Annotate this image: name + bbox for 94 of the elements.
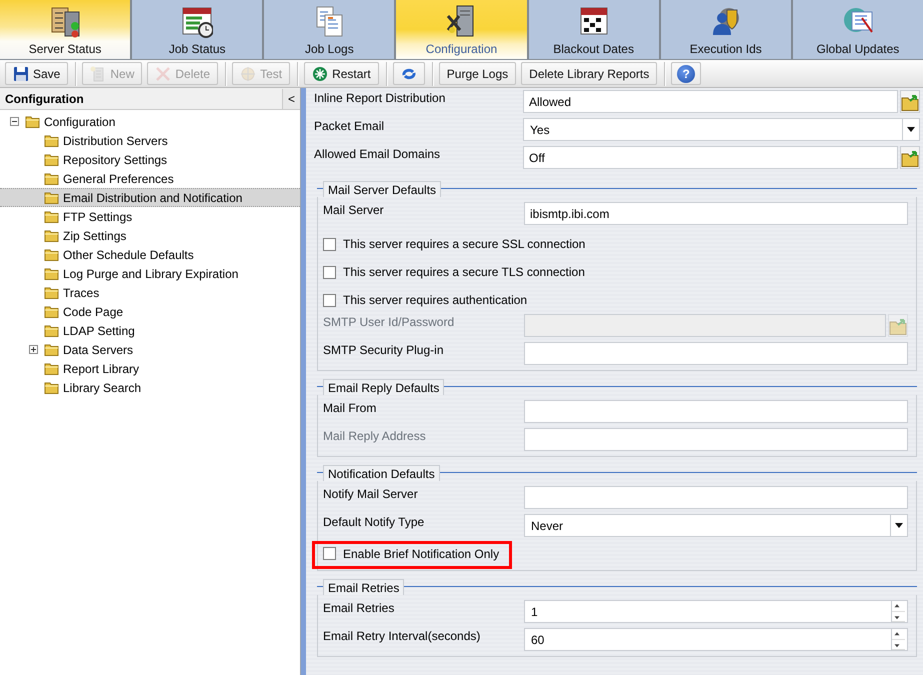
folder-icon [44,152,59,167]
help-button[interactable]: ? [671,62,702,85]
input-field[interactable]: Allowed [523,90,898,113]
field-label: Mail Server [323,202,385,217]
browse-button[interactable] [900,146,920,169]
target-icon [240,66,256,82]
tree-item[interactable]: Report Library [44,359,300,378]
folder-icon [44,190,59,205]
section-title: Mail Server Defaults [323,181,442,197]
dropdown[interactable]: Never [524,514,908,537]
checkbox[interactable] [323,238,336,250]
number-field[interactable]: 1 [524,600,908,623]
tree-item[interactable]: Data Servers [44,340,300,359]
field-label: SMTP Security Plug-in [323,342,444,357]
toolbar-button[interactable]: Save [5,62,68,85]
expand-icon[interactable] [29,345,38,354]
folder-arrow-icon [889,316,907,335]
dropdown-arrow-icon [906,126,916,133]
input-field[interactable]: Off [523,146,898,169]
checkbox-label: This server requires a secure TLS connection [343,265,585,279]
tree-item[interactable]: Log Purge and Library Expiration [44,264,300,283]
input-field[interactable] [524,342,908,365]
browse-button[interactable] [900,90,920,113]
section-title: Notification Defaults [323,465,440,481]
field-label: Notify Mail Server [323,486,419,501]
toolbar-button[interactable]: Purge Logs [438,62,516,85]
folder-icon [25,114,40,129]
dropdown-arrow-icon [894,522,904,529]
checkbox-label: This server requires a secure SSL connection [343,237,586,251]
input-field[interactable] [524,428,908,451]
folder-icon [44,247,59,262]
folder-icon [44,361,59,376]
field-label: Email Retry Interval(seconds) [323,628,482,643]
checkbox[interactable] [323,547,336,560]
checkbox[interactable] [323,294,336,306]
server-icon [90,66,106,82]
folder-icon [44,171,59,186]
toolbar-button[interactable]: Restart [304,62,379,85]
tab[interactable]: Global Updates [792,0,923,59]
folder-icon [44,342,59,357]
tab[interactable]: Job Status [132,0,262,59]
collapse-button[interactable]: < [282,88,300,108]
tree-item[interactable]: Zip Settings [44,226,300,245]
toolbar-button[interactable]: Delete Library Reports [521,62,658,85]
input-field[interactable] [524,486,908,509]
folder-icon [44,380,59,395]
field-label: Allowed Email Domains [314,146,442,161]
field-label: Default Notify Type [323,514,426,529]
field-label: Mail Reply Address [323,428,427,443]
delete-icon [155,66,172,82]
number-field[interactable]: 60 [524,628,908,651]
input-field[interactable]: ibismtp.ibi.com [524,202,908,225]
checkbox-label: Enable Brief Notification Only [343,546,500,560]
folder-icon [44,133,59,148]
field-label: Email Retries [323,600,396,615]
tab[interactable]: Configuration [396,0,527,59]
tab[interactable]: Execution Ids [660,0,791,59]
field-label: SMTP User Id/Password [323,314,456,329]
tree-item[interactable]: Configuration [25,112,300,131]
dropdown[interactable]: Yes [523,118,920,141]
tree-item[interactable]: Library Search [44,378,300,397]
tab[interactable]: Blackout Dates [528,0,659,59]
tree-item[interactable]: Other Schedule Defaults [44,245,300,264]
checkbox-label: This server requires authentication [343,293,528,307]
save-icon [13,66,29,82]
tree-item[interactable]: Traces [44,283,300,302]
tree-item[interactable]: FTP Settings [44,207,300,226]
folder-icon [44,228,59,243]
section-title: Email Reply Defaults [323,379,444,395]
tree-item[interactable]: Repository Settings [44,150,300,169]
folder-icon [44,323,59,338]
tree-item[interactable]: Code Page [44,302,300,321]
checkbox[interactable] [323,266,336,278]
restart-icon [312,66,328,82]
folder-icon [44,266,59,281]
section-title: Email Retries [323,579,404,595]
panel-title: Configuration [4,92,85,106]
tab[interactable]: Job Logs [264,0,394,59]
folder-arrow-icon [901,148,919,167]
folder-arrow-icon [901,92,919,111]
field-label: Inline Report Distribution [314,90,446,105]
folder-icon [44,285,59,300]
field-label: Mail From [323,400,378,415]
folder-icon [44,209,59,224]
tab[interactable]: Server Status [0,0,130,59]
tree-item[interactable]: LDAP Setting [44,321,300,340]
input-field[interactable] [524,400,908,423]
refresh-button[interactable] [392,62,425,85]
folder-icon [44,304,59,319]
tree-item[interactable]: Distribution Servers [44,131,300,150]
input-field[interactable] [524,314,886,337]
collapse-icon[interactable] [10,117,19,126]
field-label: Packet Email [314,118,386,133]
tree-item[interactable]: General Preferences [44,169,300,188]
